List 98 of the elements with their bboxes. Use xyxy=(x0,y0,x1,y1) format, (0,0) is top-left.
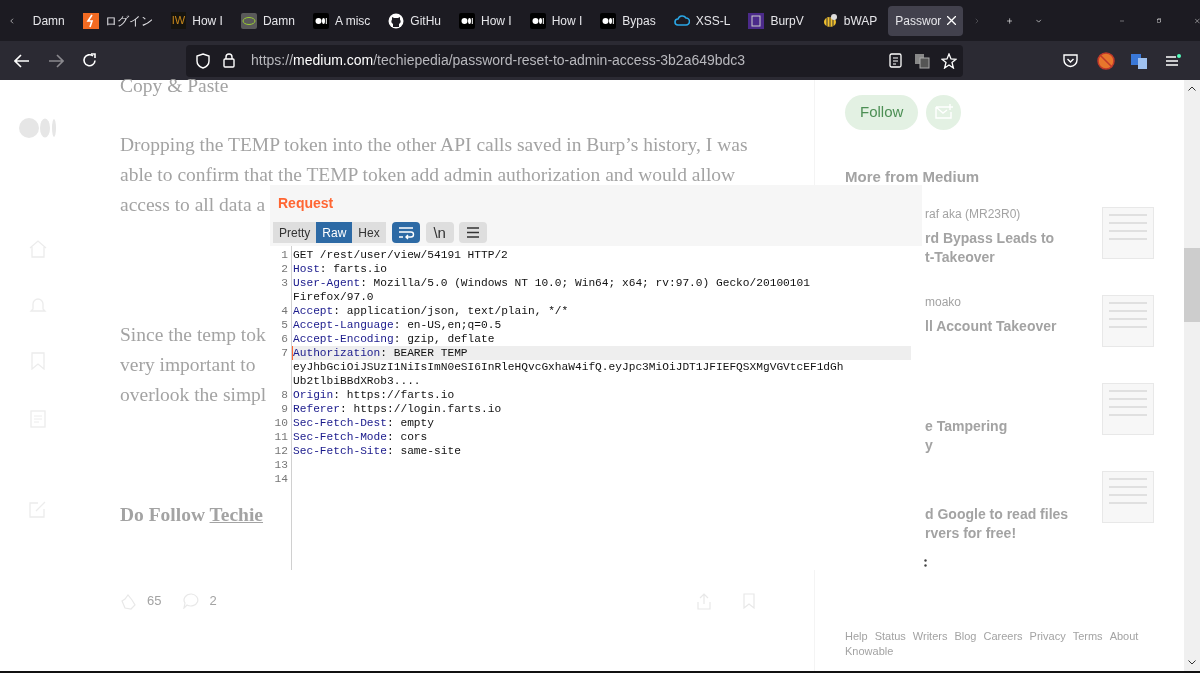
code-line: eyJhbGciOiJSUzI1NiIsImN0eSI6InRleHQvcGxhaW4ifQ.eyJpc3MiOiJDT1JFIEFQSXMgVGVtcEF1dGh xyxy=(293,360,844,374)
article-text-line: Since the temp tok xyxy=(120,324,266,345)
translate-extension-icon[interactable] xyxy=(1131,52,1147,69)
article-text-line: able to confirm that the TEMP token add admin authorization and would allow xyxy=(120,164,736,185)
browser-tab[interactable]: GitHu xyxy=(381,5,448,36)
scrollbar-thumb[interactable] xyxy=(1184,248,1200,322)
line-number: 4 xyxy=(280,304,288,318)
code-line: GET /rest/user/view/54191 HTTP/2 xyxy=(293,248,508,262)
line-number: 1 xyxy=(280,248,288,262)
browser-tab[interactable]: Passwor xyxy=(888,5,964,36)
line-number: 2 xyxy=(280,262,288,276)
browser-tab[interactable]: Damn xyxy=(233,5,302,36)
reload-icon[interactable] xyxy=(82,53,97,68)
more-heading: More from Medium xyxy=(845,167,981,187)
tab-favicon-icon xyxy=(529,12,546,29)
line-number: 13 xyxy=(273,458,288,472)
code-line: Ub2tlbiBBdXRob3.... xyxy=(293,374,421,388)
article-text-line: overlook the simpl xyxy=(120,384,267,405)
browser-tab[interactable]: How I xyxy=(522,5,590,36)
story-thumbnail[interactable] xyxy=(1102,294,1154,347)
scrollbar[interactable] xyxy=(1184,80,1200,671)
line-number: 9 xyxy=(280,402,288,416)
menu-icon[interactable] xyxy=(458,222,487,243)
story-author: raf aka (MR23R0) xyxy=(925,205,1022,221)
lock-icon[interactable] xyxy=(223,53,235,68)
scroll-down-icon[interactable] xyxy=(1188,660,1196,665)
story-thumbnail[interactable] xyxy=(1102,470,1154,523)
tab-favicon-icon xyxy=(240,12,257,29)
code-line: Sec-Fetch-Dest: empty xyxy=(293,416,434,430)
article-text-line: Dropping the TEMP token into the other API calls saved in Burp’s history, I was xyxy=(120,134,748,155)
view-tab[interactable]: Raw xyxy=(316,222,353,243)
browser-tab[interactable]: bWAP xyxy=(814,5,885,36)
story-thumbnail[interactable] xyxy=(1102,382,1154,435)
menu-icon[interactable] xyxy=(1165,53,1181,68)
reader-view-icon[interactable] xyxy=(889,53,902,68)
shield-icon[interactable] xyxy=(196,52,210,69)
line-number: 12 xyxy=(273,444,288,458)
back-icon[interactable] xyxy=(14,53,30,68)
code-line: Accept: application/json, text/plain, */* xyxy=(293,304,569,318)
line-number: 3 xyxy=(280,276,288,290)
follow-button[interactable]: Follow xyxy=(845,95,919,130)
line-number: 14 xyxy=(273,472,288,486)
line-number: 8 xyxy=(280,388,288,402)
line-number: 11 xyxy=(273,430,288,444)
url-text: https://medium.com/techiepedia/password-reset-to-admin-access-3b2a649bdc3 xyxy=(251,51,746,70)
tab-favicon-icon xyxy=(82,12,99,29)
browser-tab[interactable]: Damn xyxy=(25,5,72,36)
translate-icon[interactable] xyxy=(914,52,930,69)
browser-tab[interactable]: Bypas xyxy=(593,5,663,36)
tab-favicon-icon xyxy=(821,12,838,29)
story-author: moako xyxy=(925,293,963,309)
code-line: Referer: https://login.farts.io xyxy=(293,402,502,416)
section-title: Copy & Paste xyxy=(120,76,230,96)
panel-title: Request xyxy=(278,194,335,213)
line-number: 10 xyxy=(273,416,288,430)
browser-tab[interactable]: A misc xyxy=(305,5,378,36)
browser-tab[interactable]: ログイン xyxy=(75,5,160,36)
tab-list-icon[interactable] xyxy=(1036,16,1042,25)
view-tab[interactable]: Pretty xyxy=(273,222,317,243)
code-line: Host: farts.io xyxy=(293,262,387,276)
clap-count: 65 xyxy=(147,592,162,611)
view-tab[interactable]: Hex xyxy=(352,222,386,243)
pocket-icon[interactable] xyxy=(1063,53,1078,68)
tab-favicon-icon xyxy=(600,12,617,29)
tab-favicon-icon xyxy=(748,12,765,29)
drag-handle-icon[interactable] xyxy=(924,559,927,567)
line-number: 5 xyxy=(280,318,288,332)
code-line: Firefox/97.0 xyxy=(293,290,374,304)
address-bar[interactable]: https://medium.com/techiepedia/password-reset-to-admin-access-3b2a649bdc3 xyxy=(186,44,963,77)
restore-icon[interactable] xyxy=(1157,15,1162,26)
article-text-line: very important to xyxy=(120,354,256,375)
browser-tab[interactable]: IW How I xyxy=(163,5,230,36)
story-thumbnail[interactable] xyxy=(1102,206,1154,259)
close-tab-icon[interactable] xyxy=(947,16,957,25)
tab-favicon-icon xyxy=(673,12,690,29)
browser-tab[interactable]: How I xyxy=(452,5,519,36)
code-line: Sec-Fetch-Site: same-site xyxy=(293,444,461,458)
code-line: Accept-Language: en-US,en;q=0.5 xyxy=(293,318,502,332)
tab-favicon-icon xyxy=(459,12,475,29)
browser-tab[interactable]: BurpV xyxy=(741,5,811,36)
tab-favicon-icon xyxy=(388,12,405,29)
comment-count: 2 xyxy=(209,592,217,611)
code-line: Accept-Encoding: gzip, deflate xyxy=(293,332,495,346)
browser-tab[interactable]: XSS-L xyxy=(666,5,738,36)
line-number: 6 xyxy=(280,332,288,346)
code-line: User-Agent: Mozilla/5.0 (Windows NT 10.0; Win64; x64; rv:97.0) Gecko/20100101 xyxy=(293,276,810,290)
forward-icon[interactable] xyxy=(48,53,64,68)
article-text-line: access to all data a xyxy=(120,194,266,215)
star-icon[interactable] xyxy=(941,52,957,69)
scroll-up-icon[interactable] xyxy=(1188,86,1196,91)
tab-favicon-text: IW xyxy=(170,12,187,29)
line-number: 7 xyxy=(280,346,288,360)
code-line: Origin: https://farts.io xyxy=(293,388,455,402)
code-line: Sec-Fetch-Mode: cors xyxy=(293,430,428,444)
tab-favicon-icon xyxy=(312,12,329,29)
extension-icon[interactable] xyxy=(1097,51,1115,70)
newline-button[interactable]: \n xyxy=(425,222,454,243)
wrap-icon[interactable] xyxy=(391,222,420,243)
